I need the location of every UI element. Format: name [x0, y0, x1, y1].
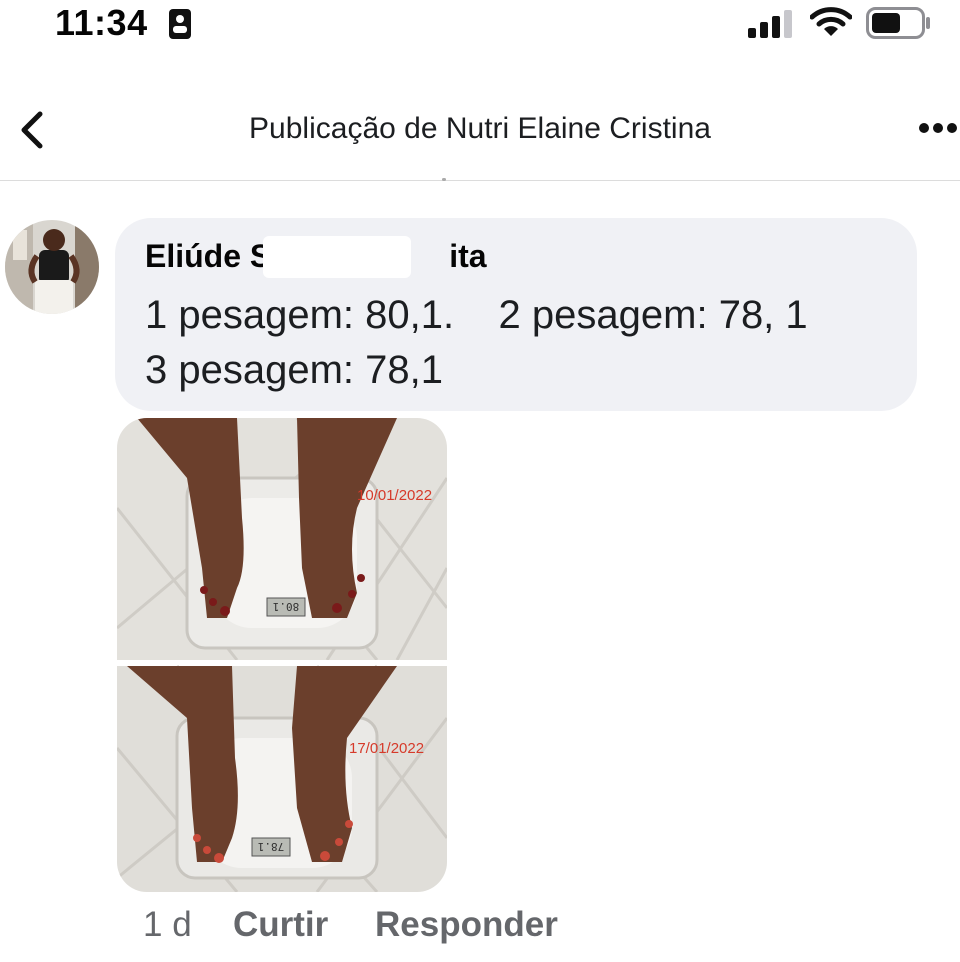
divider-dot — [442, 178, 446, 181]
author-redaction — [263, 236, 411, 278]
status-time: 11:34 — [55, 2, 148, 43]
battery-icon — [866, 7, 930, 39]
wifi-icon — [810, 7, 852, 36]
comment-line-1: 1 pesagem: 80,1. 2 pesagem: 78, 1 — [145, 293, 808, 337]
signal-icon — [748, 10, 792, 38]
scale-display-bottom: 78.1 — [258, 840, 285, 853]
comment-bubble[interactable]: Eliúde S ita 1 pesagem: 80,1. 2 pesagem: … — [115, 218, 917, 411]
photo-panel-top: 80.1 10/01/2022 — [117, 418, 447, 661]
comment-text: 1 pesagem: 80,1. 2 pesagem: 78, 1 3 pesa… — [145, 288, 808, 398]
reply-button[interactable]: Responder — [375, 905, 558, 945]
scale-photo-collage: 80.1 10/01/2022 78.1 17/01/2022 — [117, 418, 447, 892]
id-card-icon — [169, 9, 191, 39]
like-button[interactable]: Curtir — [233, 905, 328, 945]
status-bar: 11:34 — [0, 0, 960, 50]
scale-display-top: 80.1 — [273, 600, 300, 613]
author-name-visible: Eliúde S — [145, 238, 272, 274]
avatar[interactable] — [5, 220, 99, 314]
page-title: Publicação de Nutri Elaine Cristina — [249, 112, 711, 145]
photo-panel-bottom: 78.1 17/01/2022 — [117, 664, 447, 892]
header: Publicação de Nutri Elaine Cristina — [0, 90, 960, 181]
avatar-photo — [5, 220, 99, 314]
more-options-button[interactable] — [916, 118, 960, 138]
comment-age[interactable]: 1 d — [143, 905, 192, 945]
date-stamp-top: 10/01/2022 — [357, 487, 432, 504]
comment-photo[interactable]: 80.1 10/01/2022 78.1 17/01/2022 — [117, 418, 447, 892]
author-name-tail: ita — [449, 238, 487, 274]
comment-line-2: 3 pesagem: 78,1 — [145, 348, 443, 392]
date-stamp-bottom: 17/01/2022 — [349, 740, 424, 757]
more-horizontal-icon — [919, 123, 957, 133]
